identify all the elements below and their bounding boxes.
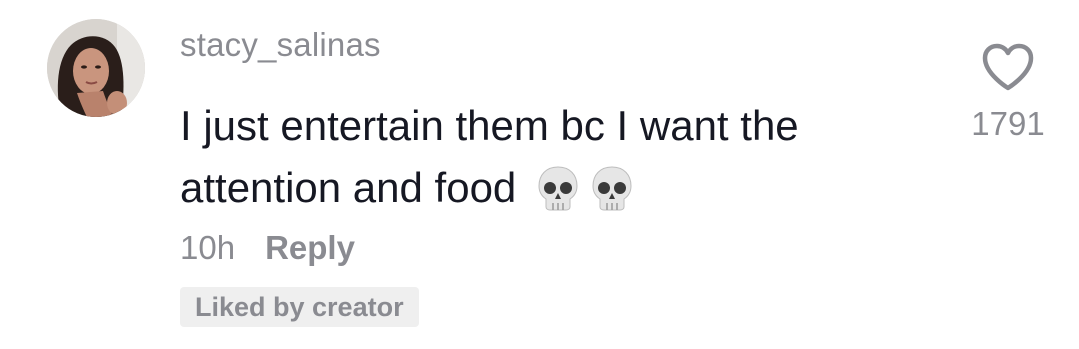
like-count: 1791 [971, 105, 1045, 142]
comment-item: stacy_salinas I just entertain them bc I… [0, 0, 1079, 349]
timestamp: 10h [180, 229, 236, 266]
liked-by-creator-badge: Liked by creator [180, 287, 419, 327]
comment-text: I just entertain them bc I want the atte… [180, 95, 920, 219]
reply-button[interactable]: Reply [265, 229, 355, 267]
comment-meta: 10h Reply [180, 229, 355, 267]
comment-text-content: I just entertain them bc I want the atte… [180, 102, 799, 211]
heart-outline-icon[interactable] [980, 42, 1036, 92]
avatar[interactable] [47, 19, 145, 117]
skull-emoji-icon [534, 164, 582, 212]
username[interactable]: stacy_salinas [180, 26, 381, 64]
skull-emoji-icon [588, 164, 636, 212]
